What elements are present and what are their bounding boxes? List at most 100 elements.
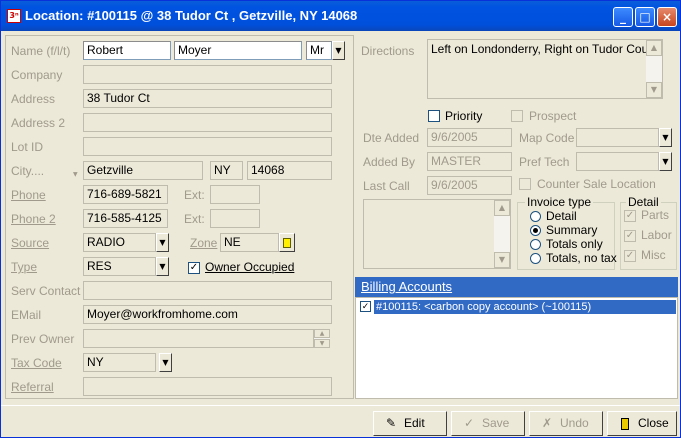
spin-down-button[interactable]: ▼ [314,339,330,348]
directions-field[interactable]: Left on Londonderry, Right on Tudor Cour… [427,39,663,99]
zone-label: Zone [190,236,218,250]
serv-contact-field[interactable] [83,281,332,300]
last-call-field[interactable]: 9/6/2005 [427,176,512,195]
address-field[interactable]: 38 Tudor Ct [83,89,332,108]
checkmark-icon: ✓ [463,416,475,430]
checkmark-icon: ✓ [625,250,635,261]
undo-button-label: Undo [560,416,589,430]
minimize-button[interactable]: _ [613,7,633,27]
email-label: EMail [11,308,42,322]
chevron-up-icon: ▲ [650,43,658,52]
checkmark-icon: ✓ [361,302,370,312]
invoice-type-title: Invoice type [525,195,594,209]
pref-tech-dropdown-button[interactable]: ▼ [659,152,672,171]
tax-code-field[interactable]: NY [83,353,156,372]
chevron-down-icon: ▼ [498,255,506,264]
billing-accounts-title: Billing Accounts [361,279,453,294]
prev-owner-spinner[interactable]: ▲ ▼ [314,329,330,348]
pref-tech-field[interactable] [576,152,659,171]
prev-owner-label: Prev Owner [11,332,75,346]
city-label[interactable]: City.... [11,164,44,178]
address2-field[interactable] [83,113,332,132]
source-field[interactable]: RADIO [83,233,156,252]
detail-parts-checkbox[interactable]: ✓ [624,210,636,222]
city-field[interactable]: Getzville [83,161,203,180]
detail-parts-label: Parts [641,208,670,222]
app-icon: 3ⁿ [7,9,21,23]
checkmark-icon: ✓ [625,210,635,221]
email-field[interactable]: Moyer@workfromhome.com [83,305,332,324]
date-added-field[interactable]: 9/6/2005 [427,128,512,147]
invoice-totals-only-radio[interactable] [530,239,541,250]
prev-owner-field[interactable] [83,329,314,348]
phone-ext-field[interactable] [210,185,260,204]
phone2-field[interactable]: 716-585-4125 [83,209,168,228]
company-label: Company [11,68,63,82]
zone-field[interactable]: NE [220,233,279,252]
type-field[interactable]: RES [83,257,156,276]
x-icon: ✗ [541,416,553,430]
phone2-ext-field[interactable] [210,209,260,228]
detail-labor-checkbox[interactable]: ✓ [624,230,636,242]
close-button[interactable]: Close [607,411,677,436]
counter-sale-checkbox[interactable] [519,178,531,190]
edit-button[interactable]: ✎ Edit [373,411,447,436]
chevron-down-icon: ▼ [162,358,169,367]
map-code-label: Map Code [519,131,575,145]
billing-account-checkbox[interactable]: ✓ [360,301,371,312]
date-added-label: Dte Added [363,131,420,145]
notes-scrollbar[interactable]: ▲ ▼ [494,200,510,268]
billing-accounts-list[interactable]: ✓ #100115: <carbon copy account> (~10011… [355,297,678,399]
invoice-detail-radio[interactable] [530,211,541,222]
counter-sale-label: Counter Sale Location [537,177,656,191]
title-field[interactable]: Mr [306,41,332,60]
phone2-ext-label: Ext: [184,212,205,226]
close-window-button[interactable]: × [657,7,677,27]
title-bar[interactable]: 3ⁿ Location: #100115 @ 38 Tudor Ct , Get… [1,1,680,31]
spin-up-button[interactable]: ▲ [314,329,330,338]
undo-button[interactable]: ✗ Undo [529,411,603,436]
scroll-down-button[interactable]: ▼ [494,252,510,268]
window-title: Location: #100115 @ 38 Tudor Ct , Getzvi… [25,8,358,23]
scroll-up-button[interactable]: ▲ [494,200,510,216]
added-by-label: Added By [363,155,416,169]
maximize-button[interactable]: □ [635,7,655,27]
scroll-down-button[interactable]: ▼ [646,82,662,98]
type-label: Type [11,260,38,274]
added-by-field[interactable]: MASTER [427,152,512,171]
chevron-down-icon: ▼ [650,85,658,94]
company-field[interactable] [83,65,332,84]
map-code-dropdown-button[interactable]: ▼ [659,128,672,147]
lot-id-field[interactable] [83,137,332,156]
priority-label: Priority [445,109,483,123]
detail-misc-checkbox[interactable]: ✓ [624,250,636,262]
list-item[interactable]: ✓ #100115: <carbon copy account> (~10011… [359,300,676,314]
scroll-up-button[interactable]: ▲ [646,40,662,56]
prospect-checkbox[interactable] [511,110,523,122]
priority-checkbox[interactable] [428,110,440,122]
close-button-label: Close [638,416,669,430]
notes-field[interactable] [363,199,511,269]
chevron-down-icon: ▼ [319,340,325,347]
zip-field[interactable]: 14068 [247,161,332,180]
first-name-field[interactable]: Robert [83,41,171,60]
address2-label: Address 2 [11,116,66,130]
invoice-totals-no-tax-radio[interactable] [530,253,541,264]
type-dropdown-button[interactable]: ▼ [156,257,169,276]
save-button[interactable]: ✓ Save [451,411,525,436]
invoice-summary-radio[interactable] [530,225,541,236]
directions-scrollbar[interactable]: ▲ ▼ [646,40,662,98]
tax-code-dropdown-button[interactable]: ▼ [159,353,172,372]
title-dropdown-button[interactable]: ▼ [332,41,345,60]
owner-occupied-checkbox[interactable]: ✓ [188,262,200,274]
referral-field[interactable] [83,377,332,396]
phone-field[interactable]: 716-689-5821 [83,185,168,204]
last-name-field[interactable]: Moyer [174,41,302,60]
map-code-field[interactable] [576,128,659,147]
chevron-down-icon: ▼ [335,46,342,55]
serv-contact-label: Serv Contact [11,284,81,298]
source-dropdown-button[interactable]: ▼ [156,233,169,252]
phone2-label: Phone 2 [11,212,56,226]
state-field[interactable]: NY [210,161,243,180]
zone-lookup-button[interactable] [279,233,295,252]
